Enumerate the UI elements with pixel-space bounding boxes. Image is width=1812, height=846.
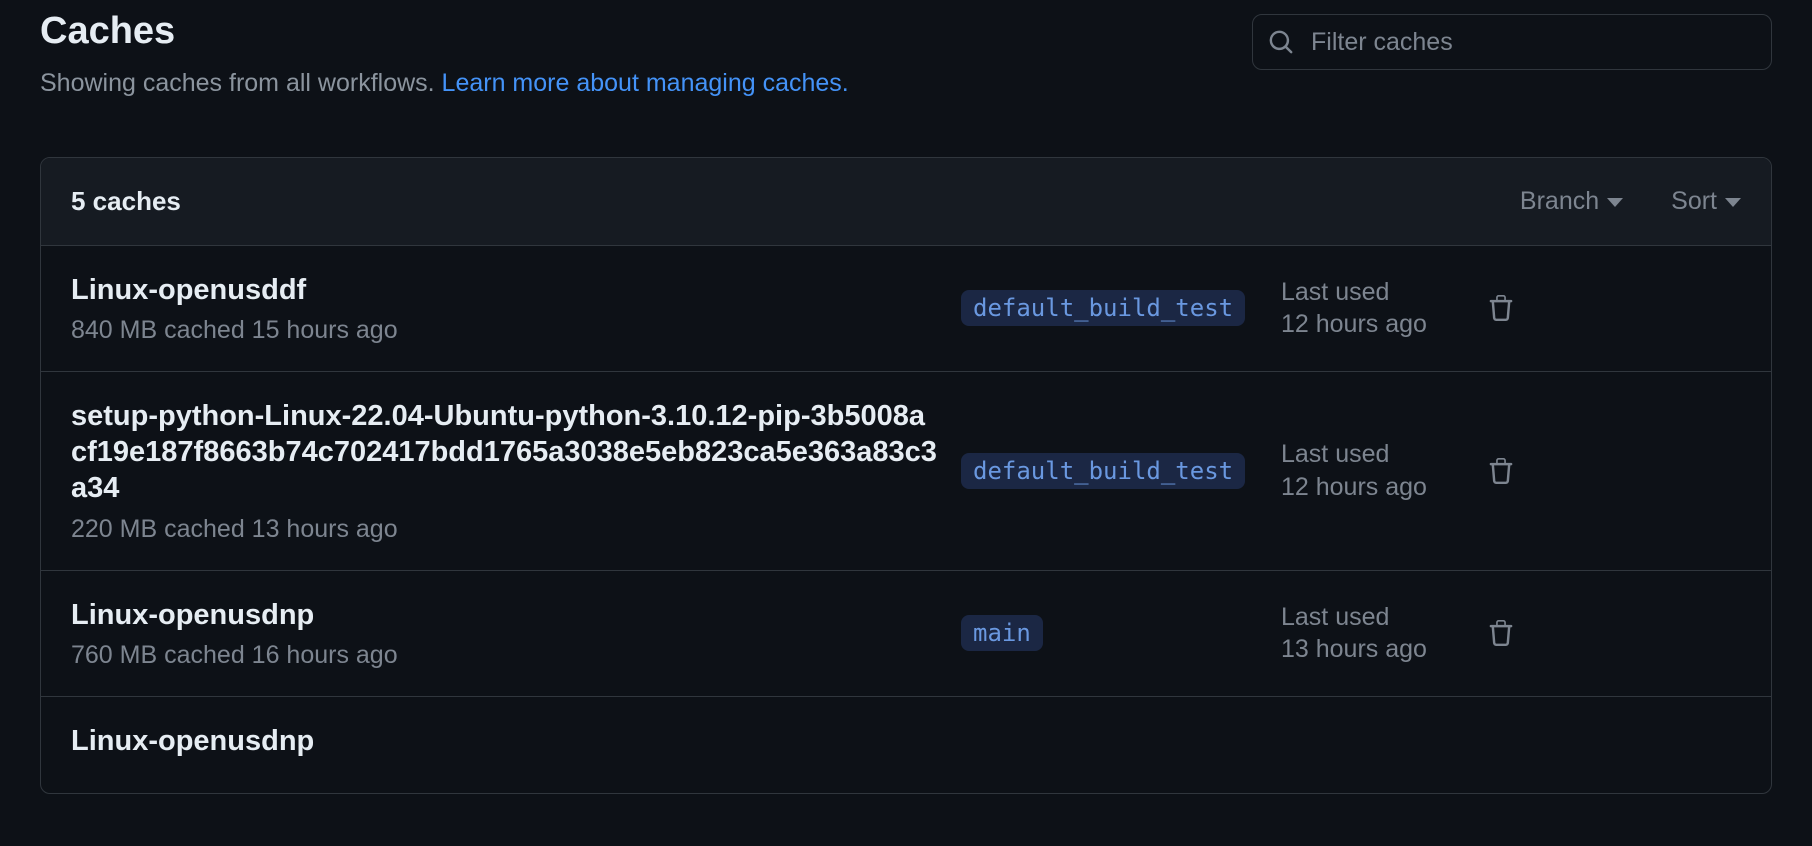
- last-used-label: Last used: [1281, 601, 1461, 634]
- branch-pill[interactable]: default_build_test: [961, 290, 1245, 326]
- last-used-value: 12 hours ago: [1281, 471, 1461, 504]
- cache-meta: 220 MB cached 13 hours ago: [71, 515, 941, 544]
- last-used-value: 13 hours ago: [1281, 633, 1461, 666]
- search-icon: [1268, 29, 1294, 55]
- last-used: Last used 12 hours ago: [1281, 438, 1461, 503]
- cache-meta: 760 MB cached 16 hours ago: [71, 641, 941, 670]
- delete-cache-button[interactable]: [1481, 294, 1521, 322]
- caches-panel: 5 caches Branch Sort Linux-openusddf 840…: [40, 157, 1772, 795]
- cache-row: Linux-openusddf 840 MB cached 15 hours a…: [41, 246, 1771, 372]
- last-used-value: 12 hours ago: [1281, 308, 1461, 341]
- cache-row: Linux-openusdnp 760 MB cached 16 hours a…: [41, 571, 1771, 697]
- caches-panel-header: 5 caches Branch Sort: [41, 158, 1771, 246]
- trash-icon: [1488, 619, 1514, 647]
- learn-more-link[interactable]: Learn more about managing caches.: [442, 69, 849, 97]
- branch-filter-button[interactable]: Branch: [1520, 187, 1623, 216]
- last-used: Last used 12 hours ago: [1281, 276, 1461, 341]
- branch-pill[interactable]: main: [961, 615, 1043, 651]
- search-container: [1252, 14, 1772, 70]
- page-subtitle: Showing caches from all workflows. Learn…: [40, 65, 1252, 103]
- delete-cache-button[interactable]: [1481, 457, 1521, 485]
- sort-filter-label: Sort: [1671, 187, 1717, 216]
- branch-filter-label: Branch: [1520, 187, 1599, 216]
- cache-name[interactable]: Linux-openusdnp: [71, 597, 941, 633]
- cache-name[interactable]: setup-python-Linux-22.04-Ubuntu-python-3…: [71, 398, 941, 507]
- cache-row: Linux-openusdnp: [41, 697, 1771, 793]
- last-used-label: Last used: [1281, 438, 1461, 471]
- cache-meta: 840 MB cached 15 hours ago: [71, 316, 941, 345]
- caret-down-icon: [1725, 198, 1741, 207]
- branch-pill[interactable]: default_build_test: [961, 453, 1245, 489]
- last-used-label: Last used: [1281, 276, 1461, 309]
- last-used: Last used 13 hours ago: [1281, 601, 1461, 666]
- page-title: Caches: [40, 10, 1252, 53]
- trash-icon: [1488, 457, 1514, 485]
- sort-filter-button[interactable]: Sort: [1671, 187, 1741, 216]
- filter-caches-input[interactable]: [1252, 14, 1772, 70]
- delete-cache-button[interactable]: [1481, 619, 1521, 647]
- cache-name[interactable]: Linux-openusddf: [71, 272, 941, 308]
- subtitle-text: Showing caches from all workflows.: [40, 69, 442, 97]
- caches-count: 5 caches: [71, 186, 181, 217]
- cache-name[interactable]: Linux-openusdnp: [71, 723, 941, 759]
- caret-down-icon: [1607, 198, 1623, 207]
- trash-icon: [1488, 294, 1514, 322]
- cache-row: setup-python-Linux-22.04-Ubuntu-python-3…: [41, 372, 1771, 571]
